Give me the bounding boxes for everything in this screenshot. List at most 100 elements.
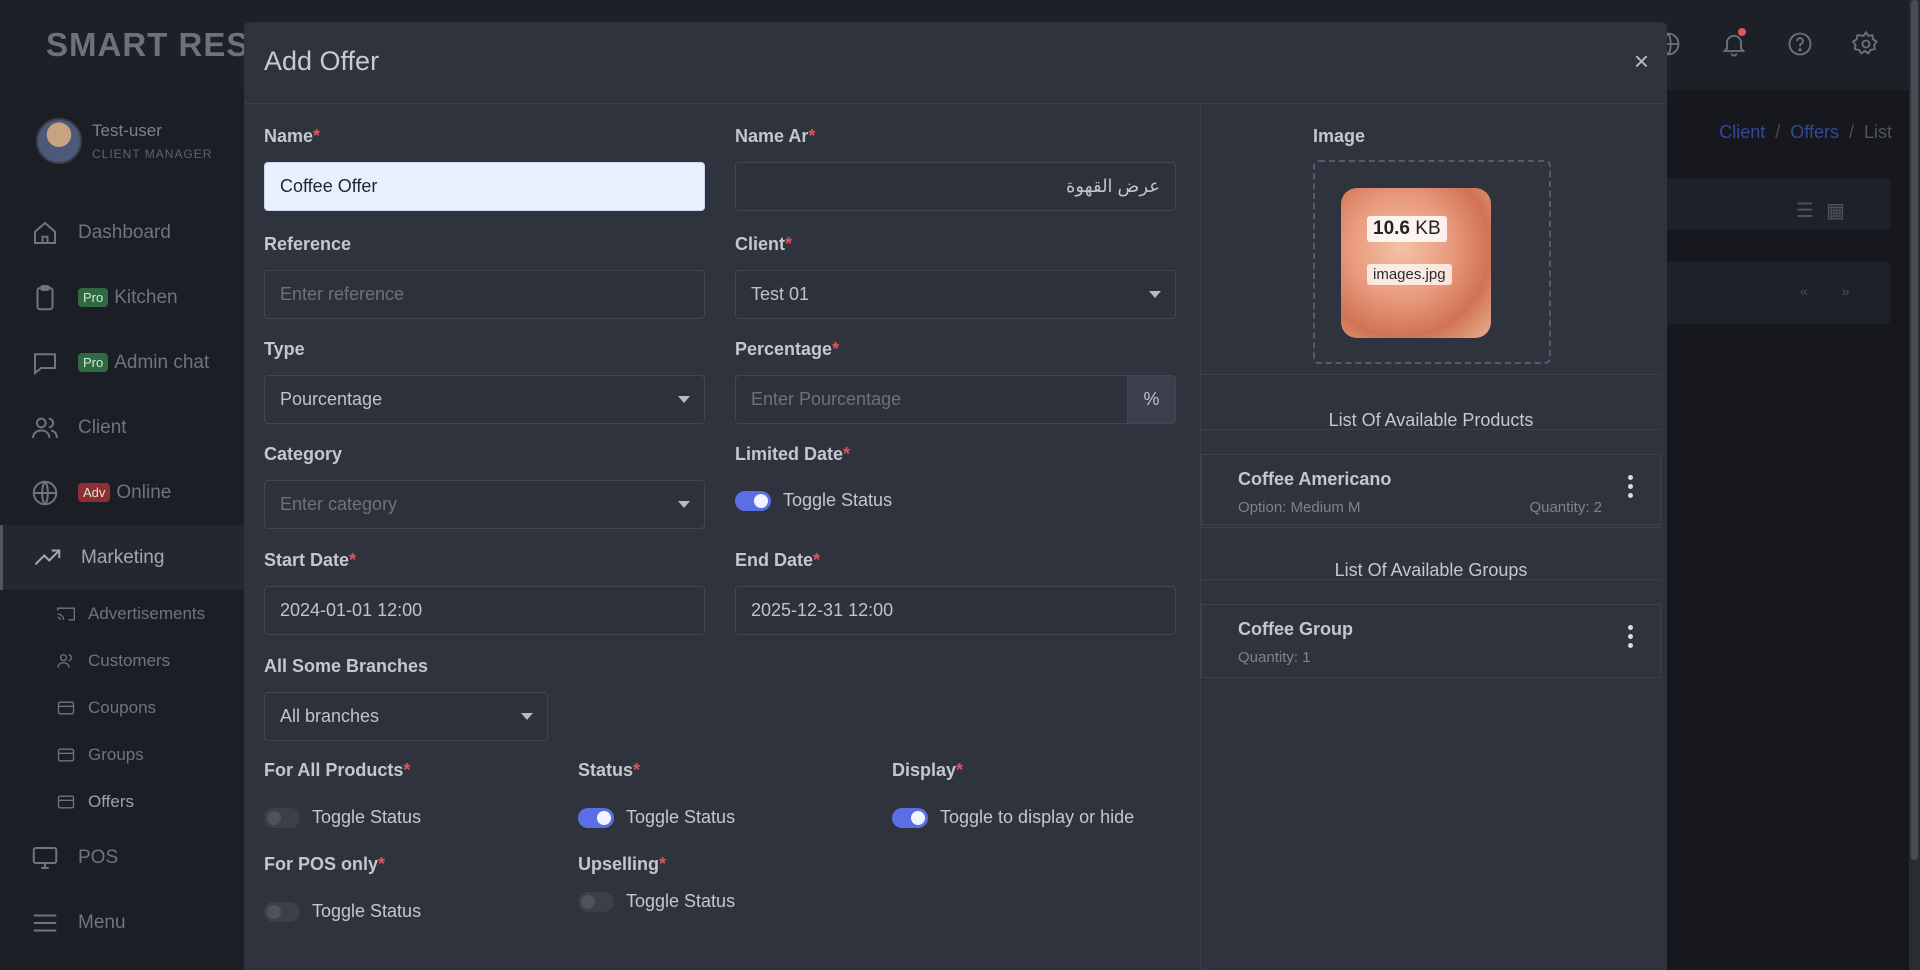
sidebar-item-client[interactable]: Client: [0, 395, 245, 460]
help-icon[interactable]: [1786, 30, 1814, 58]
chevron-down-icon: [678, 396, 690, 403]
limited-date-label: Limited Date*: [735, 444, 851, 464]
reference-input[interactable]: Enter reference: [264, 270, 705, 319]
breadcrumb-client[interactable]: Client: [1719, 122, 1765, 143]
end-date-input[interactable]: 2025-12-31 12:00: [735, 586, 1176, 635]
adv-badge: Adv: [78, 483, 111, 502]
category-select[interactable]: Enter category: [264, 480, 705, 529]
toggle-switch[interactable]: [578, 891, 614, 912]
users-icon: [57, 653, 73, 668]
gear-icon[interactable]: [1851, 30, 1880, 58]
toggle-switch[interactable]: [892, 807, 928, 828]
toggle-switch[interactable]: [735, 490, 771, 511]
sidebar-subitem-label: Customers: [88, 650, 171, 670]
sidebar-nav: Dashboard Pro Kitchen Pro Admin chat Cli…: [0, 200, 245, 955]
sidebar-item-label: Online: [116, 481, 172, 503]
grid-view-icon[interactable]: ▦: [1826, 198, 1845, 223]
menu-icon: [33, 914, 57, 931]
toggle-switch[interactable]: [264, 807, 300, 828]
status-label: Status*: [578, 760, 641, 780]
clipboard-icon: [36, 284, 54, 310]
home-icon: [34, 221, 56, 244]
sidebar-subitem-coupons[interactable]: Coupons: [0, 684, 245, 731]
limited-date-toggle[interactable]: Toggle Status: [735, 490, 892, 511]
name-ar-input[interactable]: عرض القهوة: [735, 162, 1176, 211]
card-icon: [57, 748, 75, 761]
client-select[interactable]: Test 01: [735, 270, 1176, 319]
toggle-label: Toggle Status: [626, 807, 736, 827]
sidebar-subitem-label: Groups: [88, 744, 144, 764]
breadcrumb-separator: /: [1775, 122, 1781, 142]
user-profile[interactable]: Test-user CLIENT MANAGER: [36, 118, 212, 164]
category-label: Category: [264, 444, 343, 464]
chevron-down-icon: [1149, 291, 1161, 298]
toggle-label: Toggle Status: [312, 901, 422, 921]
sidebar-item-menu[interactable]: Menu: [0, 890, 245, 955]
more-options-icon[interactable]: [1628, 625, 1634, 648]
list-view-icon[interactable]: ☰: [1796, 198, 1814, 223]
sidebar-subitem-customers[interactable]: Customers: [0, 637, 245, 684]
toolbar-card: [1660, 178, 1890, 230]
toggle-label: Toggle to display or hide: [940, 807, 1135, 827]
sidebar-item-marketing[interactable]: Marketing: [0, 525, 245, 590]
product-card[interactable]: Coffee Americano Option: Medium M Quanti…: [1201, 454, 1661, 528]
more-options-icon[interactable]: [1628, 475, 1634, 498]
image-dropzone[interactable]: 10.6 KB images.jpg: [1313, 160, 1551, 364]
pager-card: [1660, 262, 1890, 324]
pager-next[interactable]: »: [1842, 283, 1850, 299]
name-ar-label: Name Ar*: [735, 126, 816, 146]
sidebar-subitem-label: Coupons: [88, 697, 157, 717]
breadcrumb-offers[interactable]: Offers: [1790, 122, 1839, 143]
category-placeholder: Enter category: [280, 494, 398, 514]
pro-badge: Pro: [78, 353, 109, 372]
sidebar-item-pos[interactable]: POS: [0, 825, 245, 890]
name-input[interactable]: Coffee Offer: [264, 162, 705, 211]
sidebar-subitem-label: Offers: [88, 791, 134, 811]
upselling-toggle[interactable]: Toggle Status: [578, 891, 735, 912]
branches-select[interactable]: All branches: [264, 692, 548, 741]
percent-addon: %: [1127, 376, 1175, 423]
chevron-down-icon: [521, 713, 533, 720]
percentage-input[interactable]: Enter Pourcentage %: [735, 375, 1176, 424]
type-select[interactable]: Pourcentage: [264, 375, 705, 424]
percentage-placeholder: Enter Pourcentage: [751, 389, 902, 409]
for-pos-only-label: For POS only*: [264, 854, 386, 874]
sidebar-item-kitchen[interactable]: Pro Kitchen: [0, 265, 245, 330]
sidebar-subitem-groups[interactable]: Groups: [0, 731, 245, 778]
users-icon: [32, 417, 58, 438]
sidebar-item-label: Dashboard: [78, 221, 171, 243]
scrollbar-thumb[interactable]: [1911, 0, 1918, 860]
bell-icon[interactable]: [1720, 28, 1748, 58]
group-card[interactable]: Coffee Group Quantity: 1: [1201, 604, 1661, 678]
brand-logo: SMART REST: [46, 26, 271, 63]
display-toggle[interactable]: Toggle to display or hide: [892, 807, 1134, 828]
status-toggle[interactable]: Toggle Status: [578, 807, 735, 828]
page-scrollbar[interactable]: [1909, 0, 1920, 970]
percentage-label: Percentage*: [735, 339, 840, 359]
globe-icon: [32, 480, 58, 505]
sidebar-item-admin-chat[interactable]: Pro Admin chat: [0, 330, 245, 395]
branches-select-value: All branches: [280, 706, 380, 726]
sidebar-item-label: Menu: [78, 911, 126, 933]
sidebar-item-online[interactable]: Adv Online: [0, 460, 245, 525]
sidebar-subitem-advertisements[interactable]: Advertisements: [0, 590, 245, 637]
product-quantity: Quantity: 2: [1529, 499, 1602, 516]
sidebar-subitem-offers[interactable]: Offers: [0, 778, 245, 825]
for-all-products-toggle[interactable]: Toggle Status: [264, 807, 421, 828]
branches-label: All Some Branches: [264, 656, 429, 676]
sidebar-item-label: POS: [78, 846, 119, 868]
toggle-switch[interactable]: [578, 807, 614, 828]
pager-prev[interactable]: «: [1800, 283, 1808, 299]
toggle-label: Toggle Status: [626, 891, 736, 911]
close-icon[interactable]: ×: [1634, 46, 1649, 77]
products-title: List Of Available Products: [1328, 410, 1534, 430]
pager: « »: [1800, 283, 1850, 299]
sidebar-item-dashboard[interactable]: Dashboard: [0, 200, 245, 265]
for-pos-only-toggle[interactable]: Toggle Status: [264, 901, 421, 922]
file-size: 10.6 KB: [1367, 216, 1447, 242]
toggle-switch[interactable]: [264, 901, 300, 922]
notification-dot: [1738, 28, 1746, 36]
for-all-products-label: For All Products*: [264, 760, 411, 780]
view-toggle: ☰ ▦: [1796, 198, 1845, 223]
start-date-input[interactable]: 2024-01-01 12:00: [264, 586, 705, 635]
